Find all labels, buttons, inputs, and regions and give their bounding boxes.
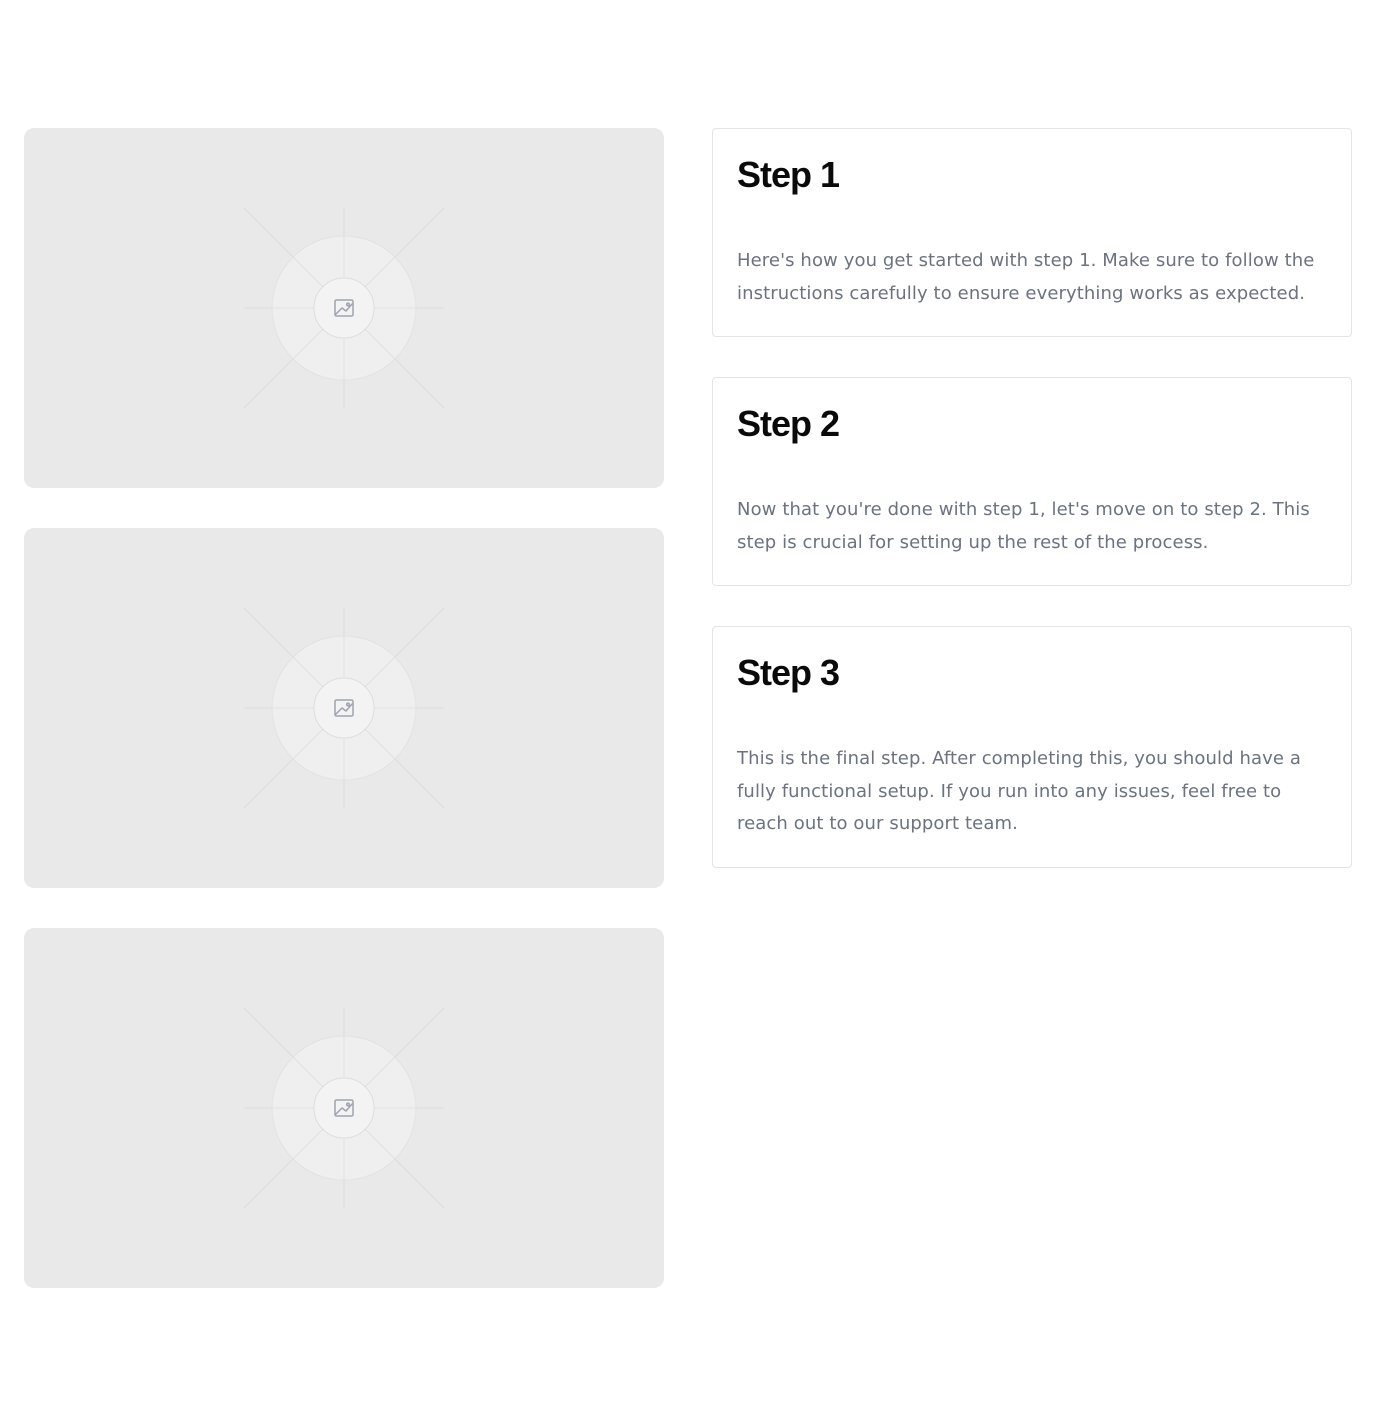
step-description: Here's how you get started with step 1. … — [737, 250, 1315, 304]
step-description: This is the final step. After completing… — [737, 748, 1302, 834]
image-placeholder-2 — [24, 528, 664, 888]
image-placeholder-3 — [24, 928, 664, 1288]
step-card-3: Step 3 This is the final step. After com… — [712, 626, 1352, 868]
steps-column: Step 1 Here's how you get started with s… — [712, 128, 1352, 908]
image-icon — [244, 1008, 444, 1208]
step-title: Step 1 — [737, 154, 840, 195]
image-placeholder-1 — [24, 128, 664, 488]
step-card-2: Step 2 Now that you're done with step 1,… — [712, 377, 1352, 586]
images-column — [24, 128, 664, 1328]
image-icon — [244, 208, 444, 408]
step-title: Step 3 — [737, 652, 840, 693]
step-description: Now that you're done with step 1, let's … — [737, 499, 1310, 553]
step-card-1: Step 1 Here's how you get started with s… — [712, 128, 1352, 337]
step-title: Step 2 — [737, 403, 840, 444]
image-icon — [244, 608, 444, 808]
